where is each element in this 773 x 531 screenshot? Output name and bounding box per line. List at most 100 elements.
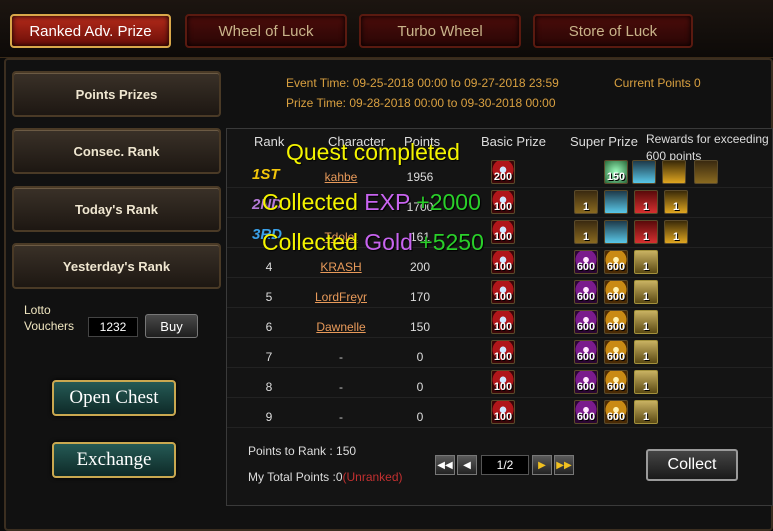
basic-prize-icon[interactable]: 100 xyxy=(491,400,515,424)
item-count: 600 xyxy=(576,291,596,303)
item-count: 1 xyxy=(582,231,590,243)
wings-item-icon[interactable] xyxy=(604,190,628,214)
tab-turbo-wheel[interactable]: Turbo Wheel xyxy=(359,14,521,48)
basic-prize-count: 100 xyxy=(493,351,513,363)
header-rank: Rank xyxy=(254,134,285,149)
exchange-button[interactable]: Exchange xyxy=(52,442,176,478)
collect-button[interactable]: Collect xyxy=(646,449,738,481)
exp-value: +2000 xyxy=(416,189,481,215)
my-total-points: My Total Points :0(Unranked) xyxy=(248,470,403,484)
points-prizes-button[interactable]: Points Prizes xyxy=(12,71,221,117)
purple-orb-icon[interactable]: 600 xyxy=(574,370,598,394)
chest-icon[interactable]: 1 xyxy=(634,400,658,424)
next-page-icon[interactable]: ▶ xyxy=(532,455,552,475)
prev-page-icon[interactable]: ◀ xyxy=(457,455,477,475)
basic-prize-icon[interactable]: 200 xyxy=(491,160,515,184)
statue-item-icon[interactable]: 1 xyxy=(664,190,688,214)
buy-button[interactable]: Buy xyxy=(145,314,198,338)
chest-icon[interactable]: 1 xyxy=(634,370,658,394)
page-indicator: 1/2 xyxy=(481,455,529,475)
basic-prize-icon[interactable]: 100 xyxy=(491,310,515,334)
item-count: 1 xyxy=(642,411,650,423)
collected-exp-toast: Collected EXP +2000 xyxy=(262,189,481,216)
vouchers-count: 1232 xyxy=(88,317,138,337)
red-gem-icon[interactable]: 1 xyxy=(634,220,658,244)
tab-store-of-luck[interactable]: Store of Luck xyxy=(533,14,693,48)
basic-prize-count: 100 xyxy=(493,381,513,393)
item-count: 600 xyxy=(606,261,626,273)
rank-cell: 9 xyxy=(265,410,273,424)
item-count: 1 xyxy=(672,201,680,213)
item-count: 600 xyxy=(576,411,596,423)
last-page-icon[interactable]: ▶▶ xyxy=(554,455,574,475)
basic-prize-icon[interactable]: 100 xyxy=(491,280,515,304)
gold-orb-icon[interactable]: 600 xyxy=(604,250,628,274)
item-count: 600 xyxy=(576,351,596,363)
character-link[interactable]: Dawnelle xyxy=(302,320,380,334)
purple-orb-icon[interactable]: 600 xyxy=(574,280,598,304)
gold-orb-icon[interactable]: 600 xyxy=(604,340,628,364)
item-count: 1 xyxy=(642,231,650,243)
wings-item-icon[interactable] xyxy=(632,160,656,184)
vouchers-label: Vouchers xyxy=(24,319,75,333)
yesterdays-rank-button[interactable]: Yesterday's Rank xyxy=(12,243,221,289)
prize-time: Prize Time: 09-28-2018 00:00 to 09-30-20… xyxy=(286,96,556,110)
purple-orb-icon[interactable]: 600 xyxy=(574,250,598,274)
character-link[interactable]: KRASH xyxy=(302,260,380,274)
item-count: 1 xyxy=(642,291,650,303)
rank-cell: 7 xyxy=(265,350,273,364)
item-count: 150 xyxy=(606,171,626,183)
item-count: 600 xyxy=(606,381,626,393)
character-cell: - xyxy=(339,350,343,364)
chest-icon[interactable]: 1 xyxy=(634,280,658,304)
gold-orb-icon[interactable]: 600 xyxy=(604,370,628,394)
tab-wheel-of-luck[interactable]: Wheel of Luck xyxy=(185,14,347,48)
wings-item-icon[interactable] xyxy=(604,220,628,244)
rank-cell: 4 xyxy=(265,260,273,274)
item-count: 1 xyxy=(642,381,650,393)
basic-prize-count: 100 xyxy=(493,321,513,333)
chest-icon[interactable]: 1 xyxy=(634,250,658,274)
gold-orb-icon[interactable]: 600 xyxy=(604,400,628,424)
lotto-vouchers-label: Lotto Vouchers xyxy=(24,302,74,334)
axe-item-icon[interactable]: 1 xyxy=(574,190,598,214)
character-link[interactable]: LordFreyr xyxy=(302,290,380,304)
gold-orb-icon[interactable]: 600 xyxy=(604,310,628,334)
basic-prize-count: 100 xyxy=(493,231,513,243)
axe-item-icon[interactable]: 1 xyxy=(574,220,598,244)
basic-prize-icon[interactable]: 100 xyxy=(491,220,515,244)
item-count: 1 xyxy=(672,231,680,243)
event-time: Event Time: 09-25-2018 00:00 to 09-27-20… xyxy=(286,76,559,90)
first-page-icon[interactable]: ◀◀ xyxy=(435,455,455,475)
purple-orb-icon[interactable]: 600 xyxy=(574,340,598,364)
basic-prize-icon[interactable]: 100 xyxy=(491,250,515,274)
points-cell: 0 xyxy=(416,410,424,424)
basic-prize-icon[interactable]: 100 xyxy=(491,340,515,364)
statue-item-icon[interactable]: 1 xyxy=(664,220,688,244)
item-count: 600 xyxy=(576,261,596,273)
basic-prize-icon[interactable]: 100 xyxy=(491,370,515,394)
basic-prize-count: 100 xyxy=(493,411,513,423)
points-cell: 170 xyxy=(409,290,431,304)
open-chest-button[interactable]: Open Chest xyxy=(52,380,176,416)
purple-orb-icon[interactable]: 600 xyxy=(574,400,598,424)
points-cell: 200 xyxy=(409,260,431,274)
todays-rank-button[interactable]: Today's Rank xyxy=(12,186,221,232)
chest-icon[interactable]: 1 xyxy=(634,340,658,364)
statue-item-icon[interactable] xyxy=(662,160,686,184)
consec-rank-button[interactable]: Consec. Rank xyxy=(12,128,221,174)
axe-item-icon[interactable] xyxy=(694,160,718,184)
orb-item-icon[interactable]: 150 xyxy=(604,160,628,184)
gold-orb-icon[interactable]: 600 xyxy=(604,280,628,304)
basic-prize-icon[interactable]: 100 xyxy=(491,190,515,214)
chest-icon[interactable]: 1 xyxy=(634,310,658,334)
points-cell: 0 xyxy=(416,350,424,364)
purple-orb-icon[interactable]: 600 xyxy=(574,310,598,334)
character-link[interactable]: kahbe xyxy=(302,170,380,184)
tab-ranked-adv-prize[interactable]: Ranked Adv. Prize xyxy=(10,14,171,48)
basic-prize-count: 100 xyxy=(493,261,513,273)
rank-cell: 5 xyxy=(265,290,273,304)
character-cell: - xyxy=(339,410,343,424)
basic-prize-count: 100 xyxy=(493,201,513,213)
red-gem-icon[interactable]: 1 xyxy=(634,190,658,214)
